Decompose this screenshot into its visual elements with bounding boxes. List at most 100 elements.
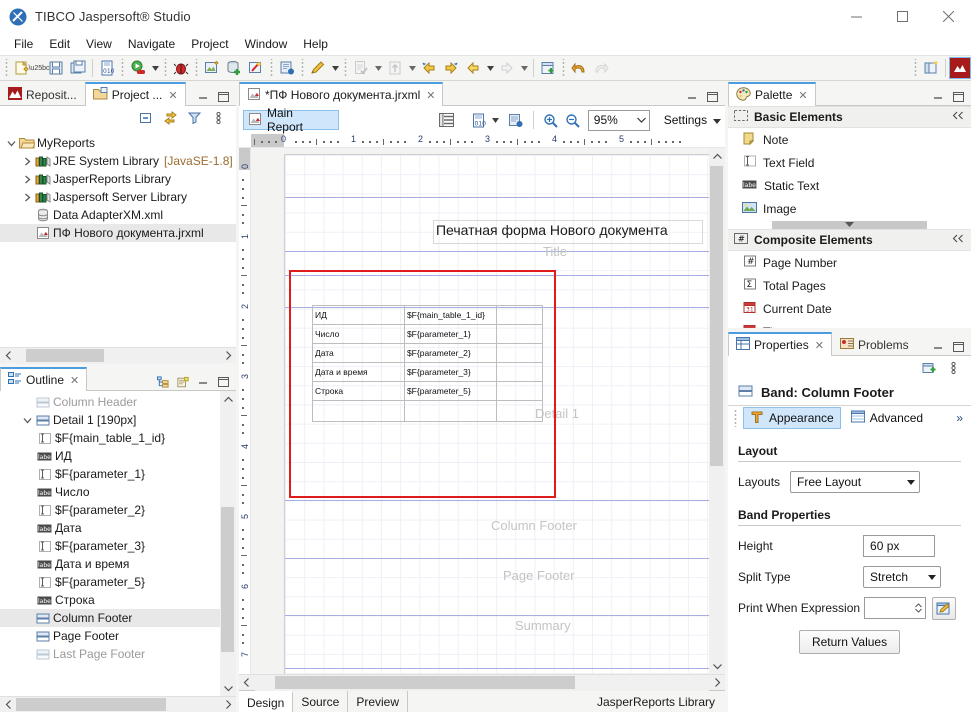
publish-icon[interactable] <box>276 57 298 79</box>
scroll-left-icon[interactable] <box>0 697 16 712</box>
chevron-down-icon[interactable] <box>637 116 646 125</box>
outline-item-field-parameter-3[interactable]: $F{parameter_3} <box>0 537 220 555</box>
field-value-cell[interactable]: $F{parameter_2} <box>403 343 497 363</box>
new-window-icon[interactable] <box>537 57 559 79</box>
palette-item-image[interactable]: Image <box>728 197 971 220</box>
hscroll-track[interactable] <box>16 696 220 712</box>
table-row[interactable]: Дата $F{parameter_2} <box>311 343 543 363</box>
tab-problems[interactable]: Problems <box>832 332 917 356</box>
tree-item-jrxml-report[interactable]: ПФ Нового документа.jrxml <box>0 224 236 242</box>
tab-properties[interactable]: Properties ✕ <box>728 332 832 356</box>
jaspersoft-perspective-icon[interactable] <box>949 57 971 79</box>
field-label-cell[interactable]: Строка <box>311 381 405 401</box>
palette-item-time[interactable]: 31 Time <box>728 320 971 328</box>
report-state-icon[interactable] <box>505 109 527 131</box>
chevron-down-icon[interactable] <box>922 573 937 582</box>
scroll-right-icon[interactable] <box>220 348 236 364</box>
outline-item-label-chislo[interactable]: label Число <box>0 483 220 501</box>
menu-edit[interactable]: Edit <box>41 35 78 53</box>
pencil-dropdown-icon[interactable] <box>329 57 341 79</box>
outline-item-label-data[interactable]: label Дата <box>0 519 220 537</box>
report-title-element[interactable]: Печатная форма Нового документа <box>432 220 703 244</box>
tree-item-jasperreports-library[interactable]: JasperReports Library <box>0 170 236 188</box>
close-icon[interactable]: ✕ <box>168 89 177 102</box>
preview-icon[interactable] <box>201 57 223 79</box>
tab-design[interactable]: Design <box>238 691 294 712</box>
data-adapter-icon[interactable] <box>223 57 245 79</box>
outline-item-field-main-table-id[interactable]: $F{main_table_1_id} <box>0 429 220 447</box>
menu-navigate[interactable]: Navigate <box>120 35 183 53</box>
field-label-cell[interactable] <box>311 400 405 422</box>
table-row[interactable]: Число $F{parameter_1} <box>311 324 543 344</box>
scroll-down-icon[interactable] <box>220 680 236 696</box>
scroll-up-icon[interactable] <box>220 391 236 407</box>
menu-project[interactable]: Project <box>183 35 236 53</box>
check-icon[interactable] <box>350 57 372 79</box>
field-value-cell[interactable]: $F{main_table_1_id} <box>403 305 497 325</box>
minimize-view-button[interactable] <box>932 91 944 103</box>
scroll-right-icon[interactable] <box>709 675 725 691</box>
show-bands-icon[interactable] <box>435 109 457 131</box>
scroll-left-icon[interactable] <box>0 348 16 364</box>
subtabs-overflow-icon[interactable]: » <box>956 411 971 425</box>
field-label-cell[interactable]: Дата и время <box>311 362 405 382</box>
palette-item-current-date[interactable]: 31 Current Date <box>728 297 971 320</box>
new-dropdown-icon[interactable]: \u25bc <box>28 57 49 79</box>
outline-item-label-id[interactable]: label ИД <box>0 447 220 465</box>
outline-vscrollbar[interactable] <box>220 391 236 696</box>
print-when-expression-value[interactable] <box>865 598 911 618</box>
tab-palette[interactable]: Palette ✕ <box>728 82 816 106</box>
scroll-up-icon[interactable] <box>709 148 725 164</box>
detail-fields-table[interactable]: ИД $F{main_table_1_id} Число $F{paramete… <box>311 305 543 422</box>
palette-section-basic-elements[interactable]: Basic Elements <box>728 106 971 128</box>
close-icon[interactable]: ✕ <box>426 89 435 102</box>
maximize-view-button[interactable] <box>217 376 229 388</box>
save-icon[interactable] <box>45 57 67 79</box>
tab-project-explorer[interactable]: Project ... ✕ <box>84 82 186 106</box>
project-tree-container[interactable]: MyReports JRE System Library [JavaSE-1.8… <box>0 130 236 347</box>
report-outline-icon[interactable] <box>177 376 189 388</box>
chevron-collapse-icon[interactable] <box>952 234 965 246</box>
table-row[interactable]: ИД $F{main_table_1_id} <box>311 305 543 325</box>
tab-source[interactable]: Source <box>293 691 349 712</box>
menu-view[interactable]: View <box>78 35 120 53</box>
outline-item-column-footer[interactable]: Column Footer <box>0 609 220 627</box>
hscroll-track[interactable] <box>16 347 220 364</box>
close-icon[interactable]: ✕ <box>70 374 79 387</box>
toolbar-grip-7[interactable] <box>343 59 348 77</box>
vscroll-track[interactable] <box>220 407 236 680</box>
outline-item-page-footer[interactable]: Page Footer <box>0 627 220 645</box>
debug-icon[interactable] <box>170 57 192 79</box>
close-icon[interactable]: ✕ <box>798 89 807 102</box>
maximize-button[interactable] <box>879 0 925 33</box>
settings-button[interactable]: Settings <box>660 113 725 127</box>
wizard-icon[interactable] <box>245 57 267 79</box>
field-value-cell[interactable] <box>403 400 497 422</box>
chevron-right-icon[interactable] <box>20 154 34 168</box>
tree-item-jre-system-library[interactable]: JRE System Library [JavaSE-1.8] <box>0 152 236 170</box>
view-menu-icon[interactable] <box>945 360 961 376</box>
main-report-button[interactable]: Main Report <box>242 106 339 134</box>
vscroll-track[interactable] <box>709 164 726 658</box>
report-page[interactable]: Печатная форма Нового документа Title De… <box>283 154 710 674</box>
back-history-icon[interactable] <box>418 57 440 79</box>
outline-item-detail-1[interactable]: Detail 1 [190px] <box>0 411 220 429</box>
table-row[interactable]: Дата и время $F{parameter_3} <box>311 362 543 382</box>
palette-item-total-pages[interactable]: Σ Total Pages <box>728 274 971 297</box>
dataset-dropdown-icon[interactable] <box>489 109 501 131</box>
back-dropdown-icon[interactable] <box>484 57 496 79</box>
forward-dropdown-icon[interactable] <box>518 57 530 79</box>
link-with-editor-icon[interactable] <box>162 110 178 126</box>
tree-mode-icon[interactable] <box>157 376 169 388</box>
chevron-down-icon[interactable] <box>20 413 34 427</box>
palette-item-page-number[interactable]: # Page Number <box>728 251 971 274</box>
palette-item-text-field[interactable]: Text Field <box>728 151 971 174</box>
hscroll-thumb[interactable] <box>26 348 104 362</box>
chevron-down-icon[interactable] <box>4 136 18 150</box>
field-label-cell[interactable]: ИД <box>311 305 405 325</box>
project-tree-hscrollbar[interactable] <box>0 347 236 364</box>
upload-icon[interactable] <box>384 57 406 79</box>
menu-help[interactable]: Help <box>295 35 336 53</box>
canvas-hscrollbar[interactable] <box>238 674 726 691</box>
open-perspective-icon[interactable] <box>920 57 942 79</box>
